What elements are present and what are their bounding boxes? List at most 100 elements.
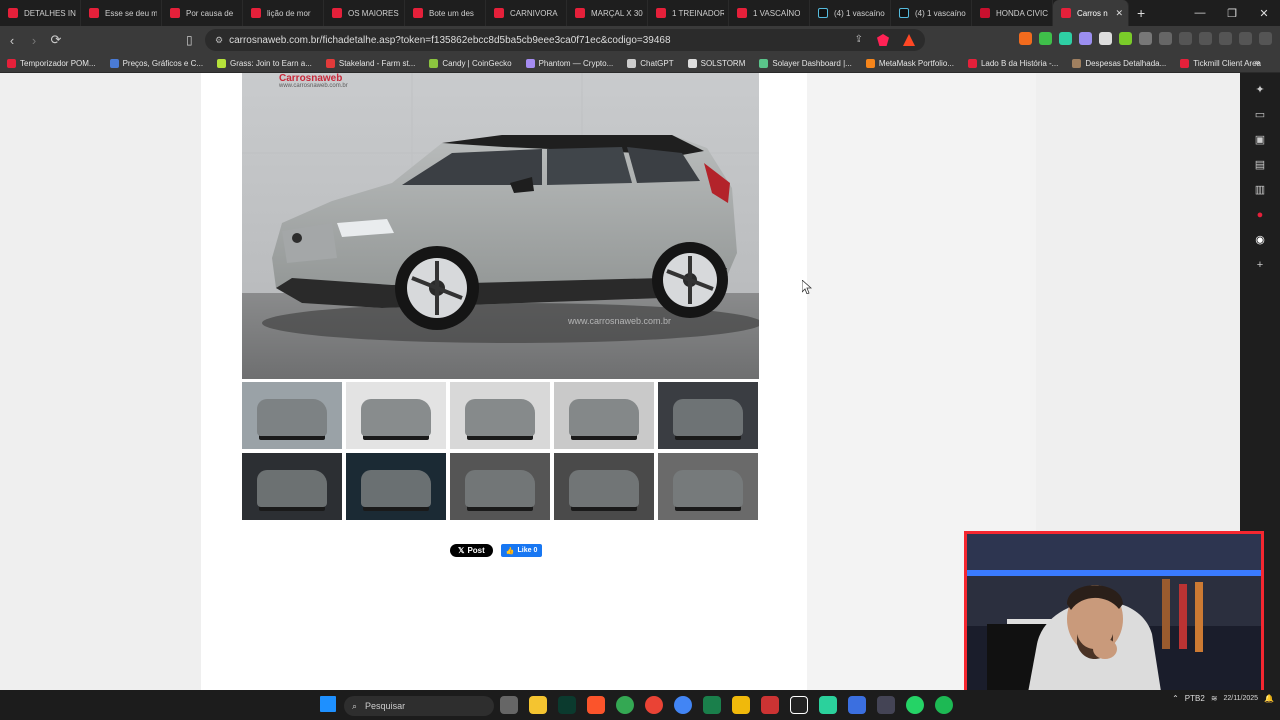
main-car-photo[interactable]: Carrosnaweb www.carrosnaweb.com.br www.c… — [242, 73, 759, 379]
leo-ai-icon[interactable] — [1219, 32, 1232, 45]
file-explorer-icon[interactable] — [529, 696, 547, 714]
whatsapp-icon[interactable] — [906, 696, 924, 714]
browser-tab[interactable]: 1 VASCAÍNO — [729, 0, 810, 26]
app-green-icon[interactable] — [819, 696, 837, 714]
brave-rewards-icon[interactable] — [903, 34, 915, 46]
more-bookmarks-icon[interactable]: » — [1255, 57, 1260, 67]
browser-tab[interactable]: HONDA CIVIC — [972, 0, 1053, 26]
extensions-puzzle-icon[interactable] — [1139, 32, 1152, 45]
close-tab-icon[interactable]: ✕ — [1115, 8, 1123, 19]
back-icon[interactable]: ‹ — [2, 33, 22, 48]
chrome-icon-3[interactable] — [674, 696, 692, 714]
spotify-icon[interactable] — [935, 696, 953, 714]
app-v-icon[interactable] — [703, 696, 721, 714]
forward-icon[interactable]: › — [24, 33, 44, 48]
menu-icon[interactable] — [1259, 32, 1272, 45]
extension-wallet-icon[interactable] — [1159, 32, 1172, 45]
browser-tab[interactable]: CARNIVORA — [486, 0, 567, 26]
binance-icon[interactable] — [732, 696, 750, 714]
sidebar-toggle-icon[interactable] — [1199, 32, 1212, 45]
bookmark-item[interactable]: Stakeland - Farm st... — [319, 58, 422, 68]
wallet-sidebar-icon[interactable]: ▣ — [1254, 135, 1266, 146]
x-post-button[interactable]: 𝕏 Post — [450, 544, 493, 557]
browser-tab[interactable]: Por causa de — [162, 0, 243, 26]
bookmark-item[interactable]: Temporizador POM... — [0, 58, 103, 68]
new-tab-icon[interactable]: + — [1137, 5, 1145, 21]
audio-app-icon[interactable] — [877, 696, 895, 714]
bookmarks-sidebar-icon[interactable]: ▤ — [1254, 160, 1266, 171]
bookmark-item[interactable]: ChatGPT — [620, 58, 680, 68]
leo-sidebar-icon[interactable]: ✦ — [1254, 85, 1266, 96]
bookmark-item[interactable]: Grass: Join to Earn a... — [210, 58, 319, 68]
thumb-front-seats[interactable] — [450, 453, 550, 520]
bookmark-item[interactable]: Despesas Detalhada... — [1065, 58, 1173, 68]
thumb-instrument-cluster[interactable] — [346, 453, 446, 520]
browser-tab[interactable]: Bote um des — [405, 0, 486, 26]
clock[interactable]: 22/11/2025 — [1224, 694, 1259, 703]
browser-tab[interactable]: lição de mor — [243, 0, 324, 26]
bookmark-item[interactable]: SOLSTORM — [681, 58, 753, 68]
browser-tab[interactable]: (4) 1 vascaíno — [810, 0, 891, 26]
share-icon[interactable]: ⇪ — [855, 34, 863, 46]
maximize-icon[interactable]: ❐ — [1216, 7, 1248, 20]
extension-green-icon[interactable] — [1039, 32, 1052, 45]
thumb-rear-seats[interactable] — [554, 453, 654, 520]
capcut-icon[interactable] — [790, 696, 808, 714]
windows-start-icon[interactable] — [320, 696, 336, 712]
add-sidebar-icon[interactable]: + — [1254, 260, 1266, 271]
youtube-sidebar-icon[interactable]: ● — [1254, 210, 1266, 221]
bookmark-item[interactable]: Solayer Dashboard |... — [752, 58, 858, 68]
site-settings-icon[interactable]: ⚙ — [215, 35, 223, 46]
url-text[interactable]: carrosnaweb.com.br/fichadetalhe.asp?toke… — [229, 35, 670, 46]
bookmark-item[interactable]: Lado B da História -... — [961, 58, 1065, 68]
extension-teal-icon[interactable] — [1059, 32, 1072, 45]
bookmark-icon[interactable]: ▯ — [186, 33, 193, 47]
extension-diamond-icon[interactable] — [1099, 32, 1112, 45]
language-indicator[interactable]: PTB2 — [1185, 694, 1205, 703]
minimize-icon[interactable]: — — [1184, 7, 1216, 19]
brave-taskbar-icon[interactable] — [587, 696, 605, 714]
browser-tab[interactable]: Esse se deu m — [81, 0, 162, 26]
bookmark-item[interactable]: MetaMask Portfolio... — [859, 58, 961, 68]
reload-icon[interactable]: ⟳ — [46, 32, 66, 48]
thumb-trunk[interactable] — [658, 382, 758, 449]
media-icon[interactable] — [1179, 32, 1192, 45]
chrome-icon-1[interactable] — [616, 696, 634, 714]
bookmark-item[interactable]: Preços, Gráficos e C... — [103, 58, 210, 68]
chatgpt-sidebar-icon[interactable]: ◉ — [1254, 235, 1266, 246]
browser-tab[interactable]: MARÇAL X 30 — [567, 0, 648, 26]
vpn-shield-icon[interactable] — [1239, 32, 1252, 45]
app-x-red-icon[interactable] — [761, 696, 779, 714]
url-bar[interactable]: ⚙ carrosnaweb.com.br/fichadetalhe.asp?to… — [205, 29, 925, 51]
thumb-frunk[interactable] — [658, 453, 758, 520]
thumb-side-profile[interactable] — [346, 382, 446, 449]
bookmark-item[interactable]: Tickmill Client Area — [1173, 58, 1268, 68]
wifi-icon[interactable]: ≋ — [1211, 694, 1218, 703]
app-blue-diamond-icon[interactable] — [848, 696, 866, 714]
bookmark-item[interactable]: Candy | CoinGecko — [422, 58, 518, 68]
browser-tab[interactable]: Carros n ✕ — [1053, 0, 1129, 26]
thumb-rear-three-quarter[interactable] — [242, 382, 342, 449]
browser-tab[interactable]: DETALHES IN — [0, 0, 81, 26]
thumb-front[interactable] — [450, 382, 550, 449]
brave-shields-icon[interactable] — [877, 34, 889, 46]
terminal-icon[interactable] — [558, 696, 576, 714]
browser-tab[interactable]: OS MAIORES — [324, 0, 405, 26]
browser-tab[interactable]: (4) 1 vascaíno — [891, 0, 972, 26]
extension-w-icon[interactable] — [1119, 32, 1132, 45]
taskbar-search[interactable]: ⌕ Pesquisar — [344, 696, 494, 716]
chrome-icon-2[interactable] — [645, 696, 663, 714]
reading-list-icon[interactable]: ▭ — [1254, 110, 1266, 121]
extension-phantom-icon[interactable] — [1079, 32, 1092, 45]
thumb-dashboard[interactable] — [242, 453, 342, 520]
notification-icon[interactable]: 🔔 — [1264, 694, 1274, 703]
bookmark-item[interactable]: Phantom — Crypto... — [519, 58, 621, 68]
thumb-rear[interactable] — [554, 382, 654, 449]
close-window-icon[interactable]: ✕ — [1248, 7, 1280, 20]
browser-tab[interactable]: 1 TREINADOR — [648, 0, 729, 26]
tray-chevron-icon[interactable]: ⌃ — [1172, 694, 1179, 703]
history-sidebar-icon[interactable]: ▥ — [1254, 185, 1266, 196]
task-view-icon[interactable] — [500, 696, 518, 714]
facebook-like-button[interactable]: 👍 Like 0 — [500, 544, 543, 557]
extension-fox-icon[interactable] — [1019, 32, 1032, 45]
